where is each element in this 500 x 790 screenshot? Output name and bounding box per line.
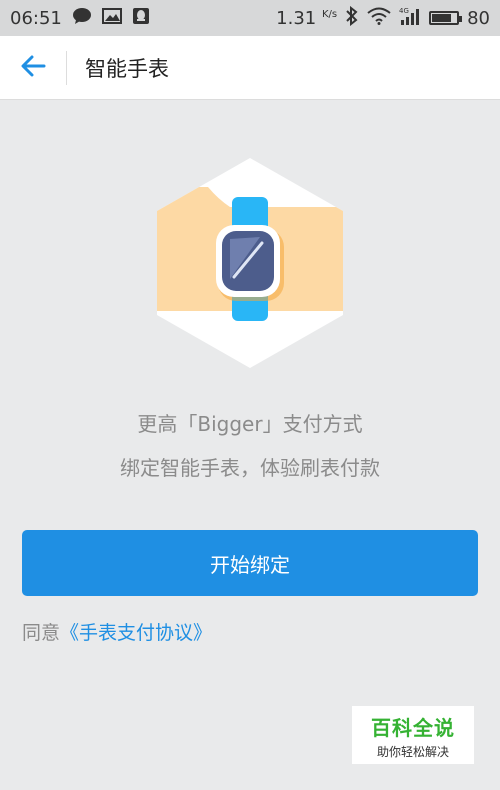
image-icon xyxy=(101,7,122,30)
battery-icon xyxy=(429,11,463,25)
wifi-icon xyxy=(367,7,391,30)
agreement-link[interactable]: 《手表支付协议》 xyxy=(60,622,212,644)
network-type: 4G xyxy=(399,7,409,15)
net-speed: 1.31 K/s xyxy=(276,7,338,29)
battery-percent: 80 xyxy=(467,7,490,29)
page-title: 智能手表 xyxy=(85,56,169,81)
status-time: 06:51 xyxy=(10,7,62,29)
app-header: 智能手表 xyxy=(0,36,500,100)
promo-line-2: 绑定智能手表，体验刷表付款 xyxy=(120,456,380,480)
signal-icon: 4G xyxy=(399,6,421,31)
back-arrow-icon xyxy=(20,55,46,81)
watermark-logo: 百科全说 助你轻松解决 xyxy=(352,706,474,764)
watermark-sub: 助你轻松解决 xyxy=(376,745,449,759)
smartwatch-illustration xyxy=(150,155,350,370)
agree-prefix: 同意 xyxy=(22,622,61,644)
header-divider xyxy=(66,50,67,85)
promo-line-1: 更高「Bigger」支付方式 xyxy=(137,412,363,436)
qq-icon xyxy=(132,7,150,30)
start-binding-button[interactable]: 开始绑定 xyxy=(22,530,478,596)
back-button[interactable] xyxy=(0,36,66,100)
chat-icon xyxy=(72,7,92,30)
agreement-text: 同意《手表支付协议》 xyxy=(22,618,212,645)
bluetooth-icon xyxy=(345,5,359,31)
watermark-main: 百科全说 xyxy=(371,716,455,740)
status-bar: 06:51 1.31 K/s 4G 80 xyxy=(0,0,500,36)
